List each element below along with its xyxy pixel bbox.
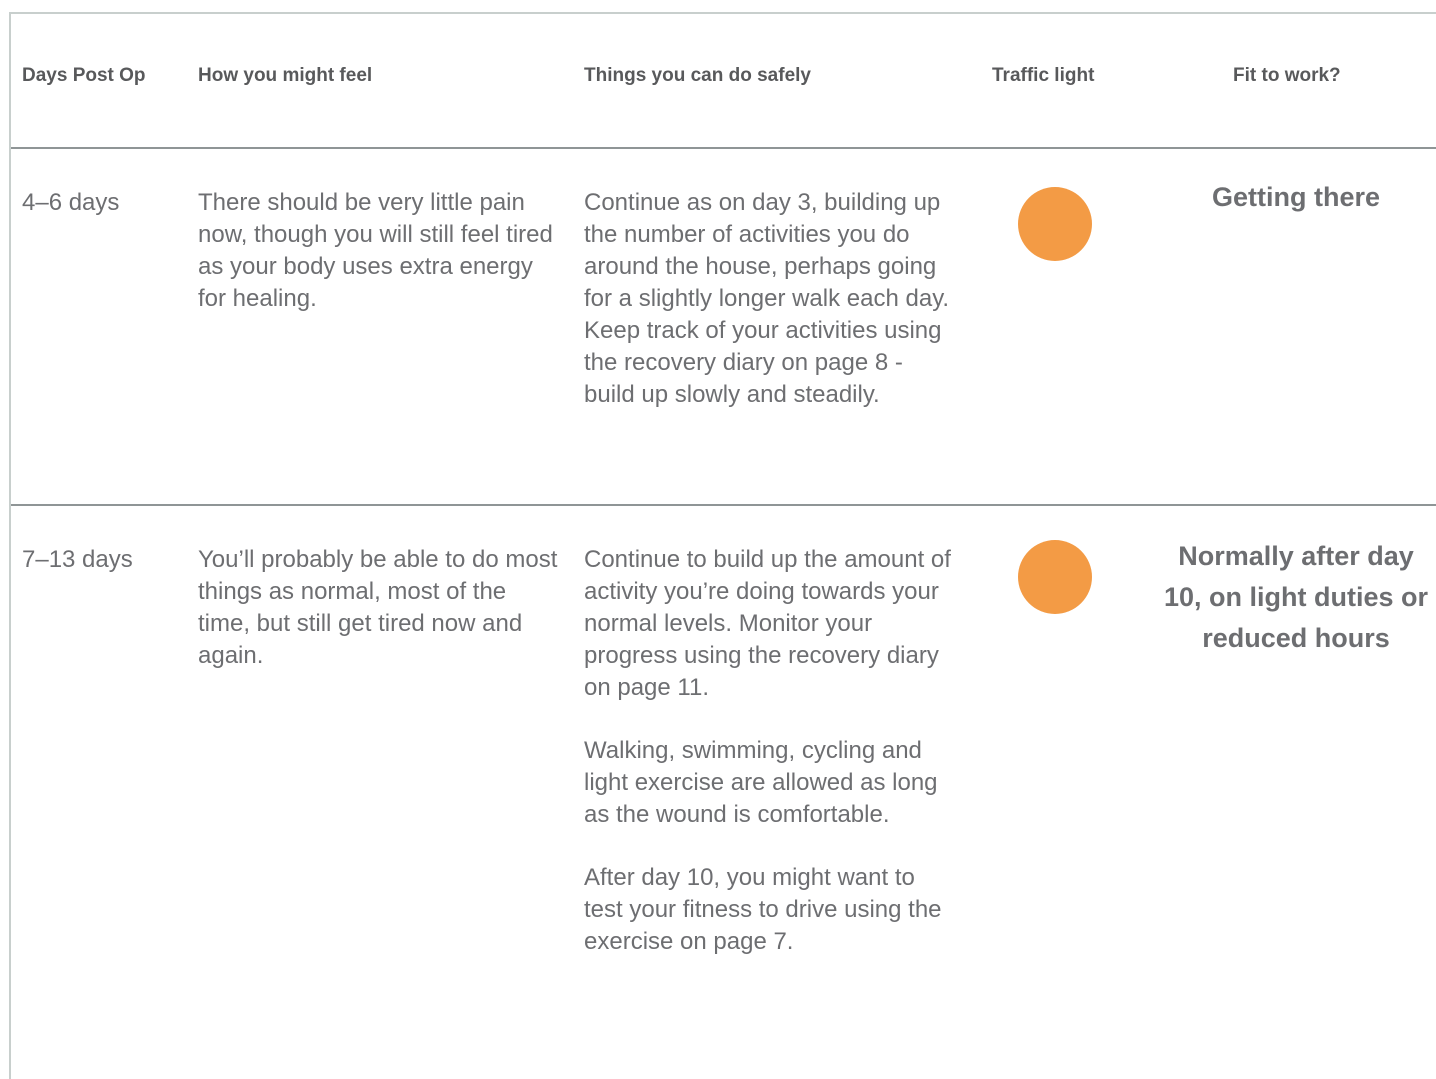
things-paragraph: After day 10, you might want to test you… (584, 864, 942, 955)
header-fit-to-work: Fit to work? (1233, 65, 1341, 86)
feel-cell: You’ll probably be able to do most thing… (198, 546, 558, 669)
days-cell: 7–13 days (22, 546, 133, 573)
feel-cell: There should be very little pain now, th… (198, 189, 553, 312)
things-paragraph: Continue to build up the amount of activ… (584, 546, 951, 701)
fit-to-work-cell: Normally after day 10, on light duties o… (1163, 541, 1428, 653)
things-paragraph: Continue as on day 3, building up the nu… (584, 189, 950, 408)
things-cell: Continue as on day 3, building up the nu… (584, 187, 956, 411)
header-how-you-might-feel: How you might feel (198, 65, 373, 86)
row-divider (11, 504, 1436, 506)
row-divider (11, 147, 1436, 149)
header-days-post-op: Days Post Op (22, 65, 146, 86)
things-cell: Continue to build up the amount of activ… (584, 544, 956, 958)
amber-traffic-light-icon (1018, 540, 1092, 614)
things-paragraph: Walking, swimming, cycling and light exe… (584, 737, 938, 828)
amber-traffic-light-icon (1018, 187, 1092, 261)
days-cell: 4–6 days (22, 189, 120, 216)
fit-to-work-cell: Getting there (1211, 182, 1380, 212)
header-things-you-can-do: Things you can do safely (584, 65, 811, 86)
header-traffic-light: Traffic light (992, 65, 1095, 86)
